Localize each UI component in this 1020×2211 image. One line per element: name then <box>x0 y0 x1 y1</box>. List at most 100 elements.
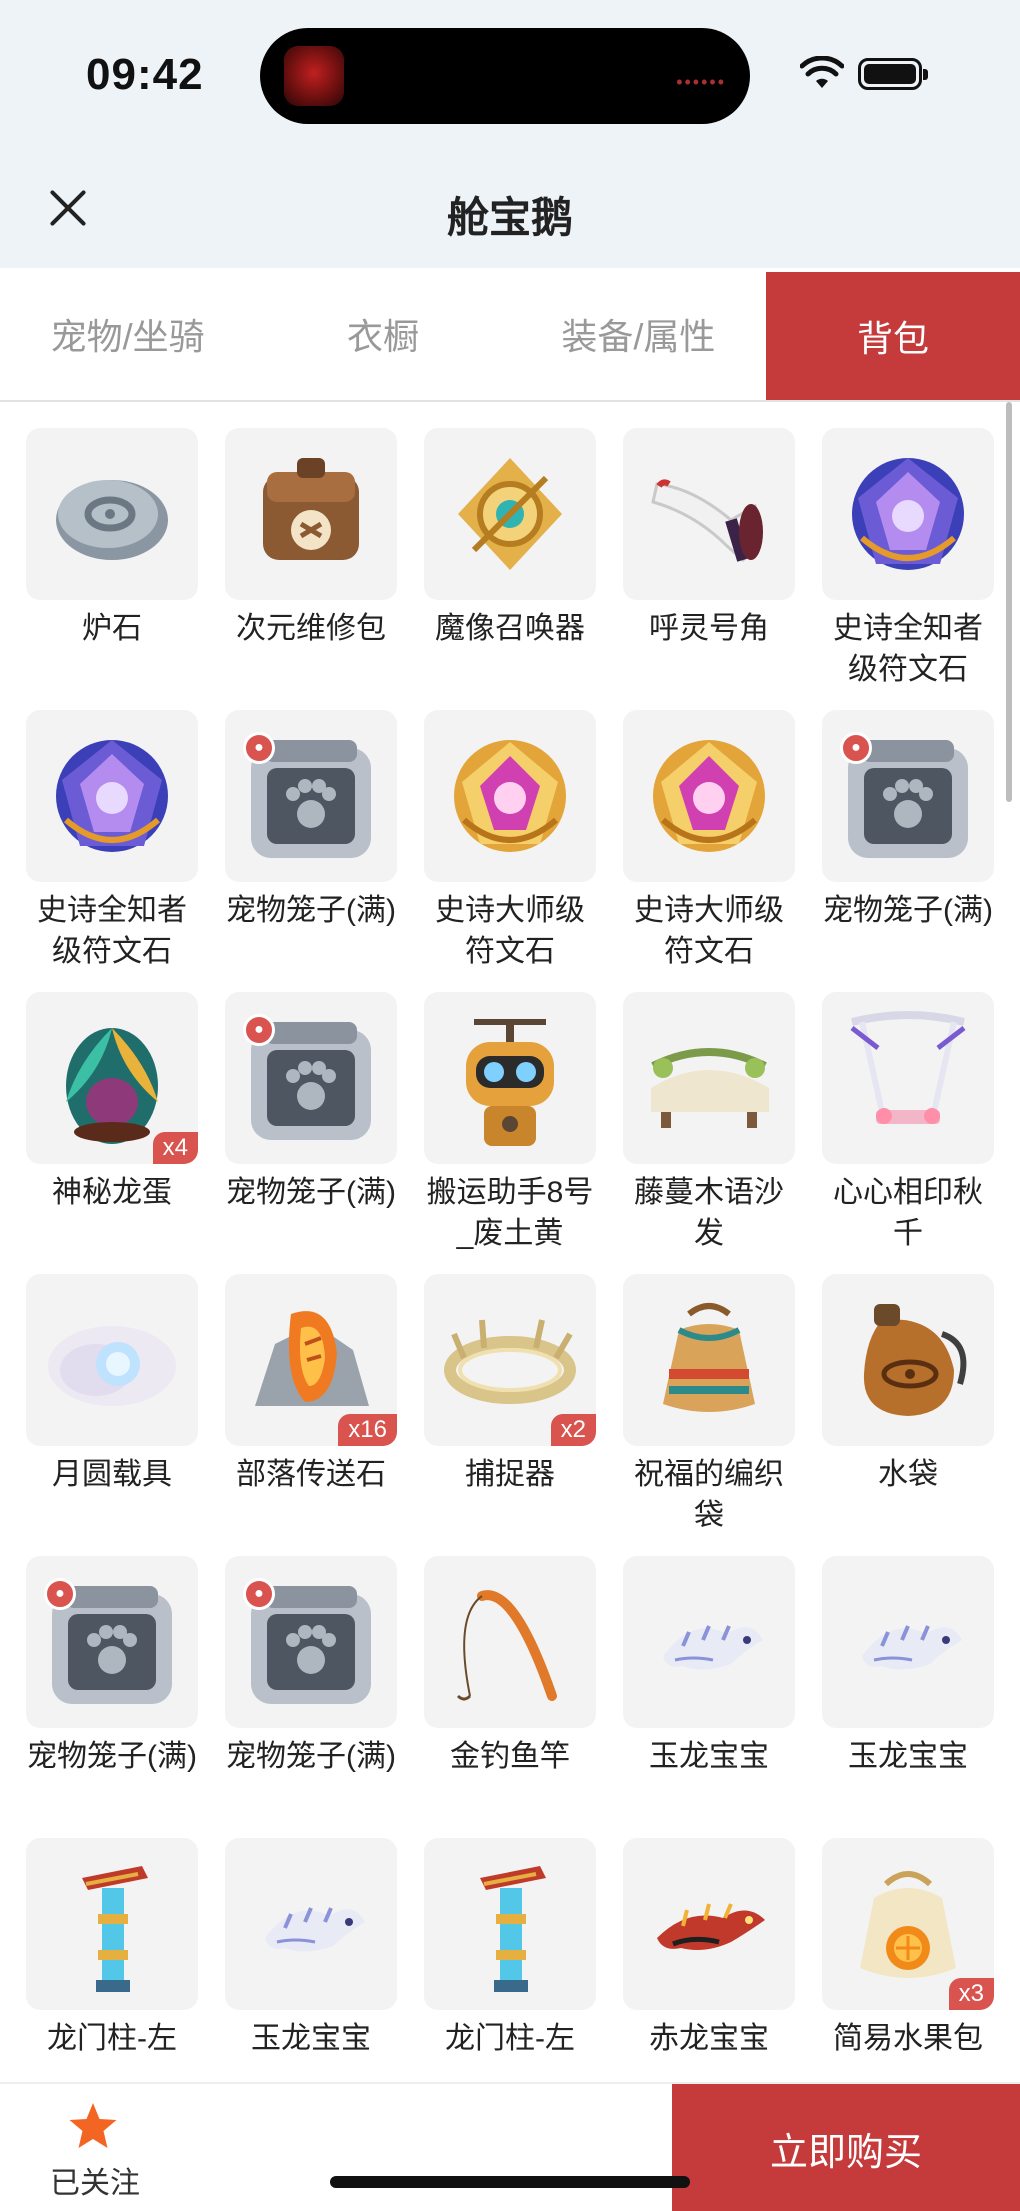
item-name: 宠物笼子(满) <box>27 1740 197 1773</box>
item-cell[interactable]: 史诗全知者级符文石 <box>822 428 994 710</box>
item-name: 捕捉器 <box>465 1458 555 1491</box>
item-name: 宠物笼子(满) <box>226 1740 396 1773</box>
item-thumbnail <box>424 428 596 600</box>
item-cell[interactable]: 水袋 <box>822 1274 994 1556</box>
buy-now-button[interactable]: 立即购买 <box>672 2084 1020 2211</box>
tab-backpack[interactable]: 背包 <box>765 272 1020 400</box>
item-thumbnail: x3 <box>822 1838 994 2010</box>
item-cell[interactable]: 祝福的编织袋 <box>623 1274 795 1556</box>
item-cell[interactable]: ● 宠物笼子(满) <box>225 1556 397 1838</box>
item-thumbnail <box>424 1556 596 1728</box>
item-cell[interactable]: 龙门柱-左 <box>424 1838 596 2120</box>
item-name: 水袋 <box>878 1458 938 1491</box>
tab-wardrobe[interactable]: 衣橱 <box>255 268 510 400</box>
home-indicator[interactable] <box>330 2176 690 2188</box>
bottom-bar: 已关注 立即购买 <box>0 2082 1020 2211</box>
sofa-icon <box>651 1048 769 1128</box>
item-thumbnail <box>822 992 994 1164</box>
item-name: 月圆载具 <box>52 1458 172 1491</box>
dynamic-island: •••••• <box>260 28 750 124</box>
item-thumbnail: ● <box>225 1556 397 1728</box>
item-cell[interactable]: ● 宠物笼子(满) <box>26 1556 198 1838</box>
item-thumbnail <box>424 1838 596 2010</box>
item-cell[interactable]: ● 宠物笼子(满) <box>822 710 994 992</box>
item-thumbnail: ● <box>26 1556 198 1728</box>
item-thumbnail <box>623 428 795 600</box>
item-cell[interactable]: x4 神秘龙蛋 <box>26 992 198 1274</box>
item-name: 赤龙宝宝 <box>649 2022 769 2055</box>
item-cell[interactable]: 赤龙宝宝 <box>623 1838 795 2120</box>
item-thumbnail: x2 <box>424 1274 596 1446</box>
item-name: 玉龙宝宝 <box>649 1740 769 1773</box>
item-name: 玉龙宝宝 <box>251 2022 371 2055</box>
item-name: 部落传送石 <box>236 1458 386 1491</box>
item-cell[interactable]: 次元维修包 <box>225 428 397 710</box>
item-name: 搬运助手8号_废土黄 <box>426 1176 594 1250</box>
tab-equipment[interactable]: 装备/属性 <box>511 268 766 400</box>
paw-badge-icon: ● <box>44 1578 76 1610</box>
item-name: 心心相印秋千 <box>833 1176 983 1250</box>
item-name: 炉石 <box>82 612 142 645</box>
woven-bag-icon <box>663 1303 755 1412</box>
rune-stone-blue-icon <box>56 740 168 852</box>
red-dragon-icon <box>657 1903 765 1950</box>
robot-helper-icon <box>466 1019 554 1146</box>
item-grid: 炉石 次元维修包 魔像召唤器 呼灵号角 史诗全知者级符文石 史诗全知者级符文石 ● 宠物笼子(… <box>26 428 996 2120</box>
item-name: 祝福的编织袋 <box>634 1458 784 1532</box>
item-name: 玉龙宝宝 <box>848 1740 968 1773</box>
item-name: 呼灵号角 <box>649 612 769 645</box>
rune-stone-blue-icon <box>852 458 964 570</box>
item-thumbnail <box>26 710 198 882</box>
dragon-gate-pillar-icon <box>480 1866 546 1992</box>
item-cell[interactable]: 藤蔓木语沙发 <box>623 992 795 1274</box>
item-cell[interactable]: 玉龙宝宝 <box>225 1838 397 2120</box>
tab-bar: 宠物/坐骑 衣橱 装备/属性 背包 <box>0 268 1020 402</box>
item-thumbnail <box>822 1274 994 1446</box>
item-thumbnail: ● <box>225 992 397 1164</box>
item-cell[interactable]: ● 宠物笼子(满) <box>225 992 397 1274</box>
stone-icon <box>56 480 168 560</box>
item-thumbnail <box>225 1838 397 2010</box>
item-count-badge: x2 <box>550 1414 596 1446</box>
scrollbar[interactable] <box>1006 402 1012 802</box>
item-cell[interactable]: 金钓鱼竿 <box>424 1556 596 1838</box>
moon-vehicle-icon <box>48 1326 176 1406</box>
item-cell[interactable]: 龙门柱-左 <box>26 1838 198 2120</box>
item-cell[interactable]: 炉石 <box>26 428 198 710</box>
horn-icon <box>651 479 763 563</box>
item-thumbnail: x4 <box>26 992 198 1164</box>
item-name: 史诗大师级符文石 <box>435 894 585 968</box>
jade-dragon-icon <box>663 1625 763 1670</box>
item-cell[interactable]: ● 宠物笼子(满) <box>225 710 397 992</box>
item-cell[interactable]: 玉龙宝宝 <box>822 1556 994 1838</box>
item-thumbnail <box>424 992 596 1164</box>
item-cell[interactable]: 史诗大师级符文石 <box>424 710 596 992</box>
status-bar: 09:42 •••••• <box>0 0 1020 150</box>
item-thumbnail <box>26 1838 198 2010</box>
item-name: 神秘龙蛋 <box>52 1176 172 1209</box>
paw-badge-icon: ● <box>243 1014 275 1046</box>
item-thumbnail: x16 <box>225 1274 397 1446</box>
follow-button[interactable]: 已关注 <box>30 2100 160 2200</box>
item-cell[interactable]: 搬运助手8号_废土黄 <box>424 992 596 1274</box>
item-cell[interactable]: x2 捕捉器 <box>424 1274 596 1556</box>
follow-label: 已关注 <box>50 2167 140 2200</box>
tab-pets-mounts[interactable]: 宠物/坐骑 <box>0 268 255 400</box>
item-thumbnail <box>26 1274 198 1446</box>
fishing-rod-icon <box>456 1590 557 1701</box>
wifi-icon <box>800 56 844 88</box>
golem-summoner-icon <box>458 458 562 570</box>
dragon-gate-pillar-icon <box>82 1866 148 1992</box>
item-cell[interactable]: 月圆载具 <box>26 1274 198 1556</box>
item-cell[interactable]: 呼灵号角 <box>623 428 795 710</box>
item-cell[interactable]: x16 部落传送石 <box>225 1274 397 1556</box>
item-cell[interactable]: 玉龙宝宝 <box>623 1556 795 1838</box>
status-time: 09:42 <box>86 50 204 99</box>
item-cell[interactable]: 史诗大师级符文石 <box>623 710 795 992</box>
item-cell[interactable]: x3 简易水果包 <box>822 1838 994 2120</box>
item-cell[interactable]: 魔像召唤器 <box>424 428 596 710</box>
item-thumbnail <box>822 1556 994 1728</box>
item-cell[interactable]: 史诗全知者级符文石 <box>26 710 198 992</box>
item-cell[interactable]: 心心相印秋千 <box>822 992 994 1274</box>
item-name: 史诗大师级符文石 <box>634 894 784 968</box>
